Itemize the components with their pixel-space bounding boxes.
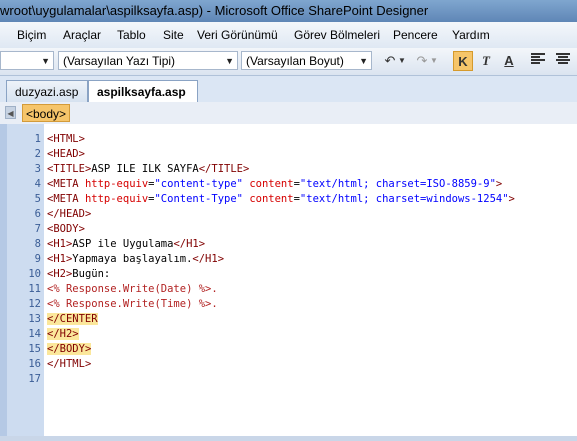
italic-button[interactable]: T: [476, 51, 496, 71]
code-line[interactable]: <HEAD>: [47, 147, 515, 162]
code-line[interactable]: </HEAD>: [47, 207, 515, 222]
size-select[interactable]: (Varsayılan Boyut) ▼: [241, 51, 372, 70]
line-number: 5: [34, 193, 41, 205]
line-number: 14: [28, 328, 41, 340]
window-title: wroot\uygulamalar\aspilksayfa.asp) - Mic…: [0, 0, 577, 22]
redo-dropdown-icon[interactable]: ▼: [428, 51, 440, 71]
code-line[interactable]: <BODY>: [47, 222, 515, 237]
code-line[interactable]: </H2>: [47, 327, 515, 342]
line-number: 3: [34, 163, 41, 175]
code-line[interactable]: </CENTER: [47, 312, 515, 327]
line-number: 6: [34, 208, 41, 220]
code-line[interactable]: <META http-equiv="Content-Type" content=…: [47, 192, 515, 207]
tab-aspilksayfa[interactable]: aspilksayfa.asp: [88, 80, 198, 103]
menu-pencere[interactable]: Pencere: [393, 28, 438, 42]
line-numbers: 1 2 3 4 5 6 7 8 9 10 11 12 13 14 15 16 17: [0, 132, 41, 387]
scroll-left-icon[interactable]: ◀: [5, 106, 16, 119]
code-line[interactable]: <H1>Yapmaya başlayalım.</H1>: [47, 252, 515, 267]
align-center-icon[interactable]: [553, 51, 573, 71]
code-line[interactable]: <HTML>: [47, 132, 515, 147]
underline-button[interactable]: A: [499, 51, 519, 71]
code-line[interactable]: [47, 372, 515, 387]
code-line[interactable]: </BODY>: [47, 342, 515, 357]
size-select-value: (Varsayılan Boyut): [246, 54, 344, 68]
menu-araclar[interactable]: Araçlar: [63, 28, 101, 42]
body-tag-chip[interactable]: <body>: [22, 104, 71, 122]
font-select[interactable]: (Varsayılan Yazı Tipi) ▼: [58, 51, 238, 70]
quick-tag-selector: ◀ <body>: [0, 102, 577, 125]
chevron-down-icon: ▼: [359, 56, 368, 66]
code-editor[interactable]: 1 2 3 4 5 6 7 8 9 10 11 12 13 14 15 16 17 <HTML> <HEAD> <T…: [0, 124, 577, 436]
align-left-icon[interactable]: [528, 51, 548, 71]
line-number-gutter: 1 2 3 4 5 6 7 8 9 10 11 12 13 14 15 16 17: [0, 124, 44, 436]
formatting-toolbar: ▼ (Varsayılan Yazı Tipi) ▼ (Varsayılan B…: [0, 48, 577, 76]
style-select[interactable]: ▼: [0, 51, 54, 70]
code-line[interactable]: <H2>Bugün:: [47, 267, 515, 282]
menu-site[interactable]: Site: [163, 28, 184, 42]
line-number: 15: [28, 343, 41, 355]
menu-gorev-bolmeleri[interactable]: Görev Bölmeleri: [294, 28, 380, 42]
code-line[interactable]: <TITLE>ASP ILE ILK SAYFA</TITLE>: [47, 162, 515, 177]
code-line[interactable]: <META http-equiv="content-type" content=…: [47, 177, 515, 192]
code-line[interactable]: <H1>ASP ile Uygulama</H1>: [47, 237, 515, 252]
menu-bicim[interactable]: Biçim: [17, 28, 46, 42]
chevron-down-icon: ▼: [225, 56, 234, 66]
line-number: 7: [34, 223, 41, 235]
line-number: 10: [28, 268, 41, 280]
menu-veri-gorunumu[interactable]: Veri Görünümü: [197, 28, 278, 42]
chevron-down-icon: ▼: [41, 56, 50, 66]
line-number: 11: [28, 283, 41, 295]
code-text[interactable]: <HTML> <HEAD> <TITLE>ASP ILE ILK SAYFA</TI…: [47, 132, 515, 387]
menu-bar: Biçim Araçlar Tablo Site Veri Görünümü G…: [0, 22, 577, 49]
line-number: 8: [34, 238, 41, 250]
font-select-value: (Varsayılan Yazı Tipi): [63, 54, 176, 68]
line-number: 12: [28, 298, 41, 310]
menu-yardim[interactable]: Yardım: [452, 28, 490, 42]
code-line[interactable]: <% Response.Write(Date) %>.: [47, 282, 515, 297]
line-number: 16: [28, 358, 41, 370]
line-number: 13: [28, 313, 41, 325]
code-line[interactable]: <% Response.Write(Time) %>.: [47, 297, 515, 312]
tab-duzyazi[interactable]: duzyazi.asp: [6, 80, 88, 102]
line-number: 9: [34, 253, 41, 265]
horizontal-scrollbar[interactable]: [0, 436, 577, 441]
line-number: 1: [34, 133, 41, 145]
line-number: 2: [34, 148, 41, 160]
line-number: 17: [28, 373, 41, 385]
menu-tablo[interactable]: Tablo: [117, 28, 146, 42]
bold-button[interactable]: K: [453, 51, 473, 71]
document-tabs: duzyazi.asp aspilksayfa.asp: [0, 76, 577, 103]
code-line[interactable]: </HTML>: [47, 357, 515, 372]
undo-dropdown-icon[interactable]: ▼: [396, 51, 408, 71]
line-number: 4: [34, 178, 41, 190]
